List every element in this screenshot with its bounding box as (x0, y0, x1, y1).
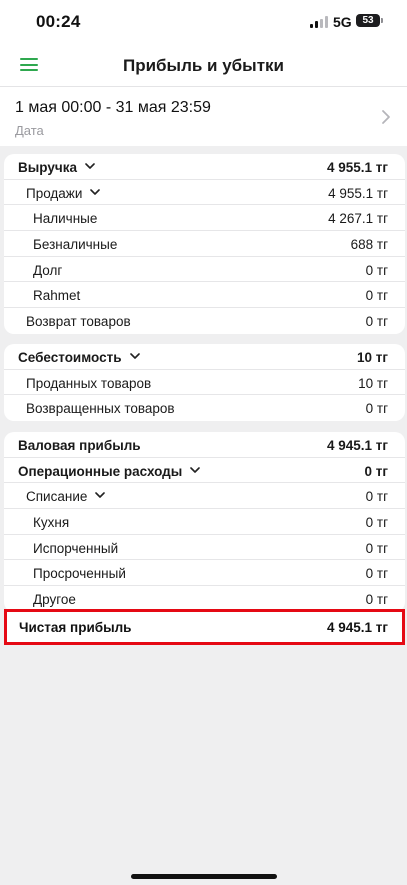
debt-value: 0 тг (365, 262, 388, 278)
chevron-down-icon[interactable] (95, 492, 106, 499)
sold-goods-label: Проданных товаров (26, 375, 152, 391)
profit-card: Валовая прибыль 4 945.1 тг Операционные … (4, 432, 405, 612)
chevron-down-icon[interactable] (190, 466, 201, 474)
date-range-value: 1 мая 00:00 - 31 мая 23:59 (15, 99, 211, 116)
chevron-down-icon[interactable] (129, 353, 140, 360)
returns-row: Возврат товаров 0 тг (4, 308, 405, 334)
spoiled-value: 0 тг (365, 540, 388, 556)
sold-goods-row: Проданных товаров 10 тг (4, 370, 405, 396)
returned-goods-row: Возвращенных товаров 0 тг (4, 395, 405, 421)
status-time: 00:24 (36, 12, 81, 31)
other-value: 0 тг (365, 592, 388, 608)
writeoff-label: Списание (26, 489, 88, 505)
battery-tip (381, 18, 383, 23)
date-caption: Дата (15, 123, 44, 138)
battery-icon: 53 (356, 14, 380, 27)
cost-row[interactable]: Себестоимость 10 тг (4, 344, 405, 370)
cashless-row: Безналичные 688 тг (4, 231, 405, 257)
status-bar: 00:24 5G 53 (0, 0, 407, 46)
returns-value: 0 тг (365, 314, 388, 330)
gross-profit-value: 4 945.1 тг (326, 438, 388, 453)
sales-row[interactable]: Продажи 4 955.1 тг (4, 180, 405, 206)
home-indicator (131, 874, 277, 879)
returns-label: Возврат товаров (26, 314, 131, 330)
other-label: Другое (33, 592, 76, 608)
expired-row: Просроченный 0 тг (4, 560, 405, 587)
rahmet-row: Rahmet 0 тг (4, 282, 405, 309)
opex-label: Операционные расходы (18, 463, 183, 479)
sales-value: 4 955.1 тг (328, 185, 388, 201)
kitchen-value: 0 тг (365, 515, 388, 531)
kitchen-row: Кухня 0 тг (4, 509, 405, 535)
net-profit-value: 4 945.1 тг (326, 620, 388, 635)
kitchen-label: Кухня (33, 515, 70, 531)
spoiled-row: Испорченный 0 тг (4, 535, 405, 561)
net-profit-row: Чистая прибыль 4 945.1 тг (4, 609, 405, 645)
cashless-value: 688 тг (350, 237, 388, 253)
revenue-card: Выручка 4 955.1 тг Продажи 4 955.1 тг На… (4, 154, 405, 334)
expired-value: 0 тг (365, 566, 388, 582)
cash-label: Наличные (33, 211, 98, 227)
revenue-row[interactable]: Выручка 4 955.1 тг (4, 154, 405, 180)
writeoff-value: 0 тг (365, 489, 388, 505)
spoiled-label: Испорченный (33, 540, 119, 556)
cost-label: Себестоимость (18, 350, 122, 365)
rahmet-label: Rahmet (33, 288, 81, 304)
revenue-value: 4 955.1 тг (326, 160, 388, 175)
screen: 00:24 5G 53 Прибыль и убытки 1 мая 00:00… (0, 0, 407, 885)
net-profit-label: Чистая прибыль (19, 620, 132, 635)
cash-row: Наличные 4 267.1 тг (4, 205, 405, 232)
chevron-down-icon[interactable] (90, 188, 101, 196)
chevron-down-icon[interactable] (85, 163, 95, 170)
signal-icon (310, 16, 328, 28)
gross-profit-label: Валовая прибыль (18, 438, 141, 453)
returned-goods-label: Возвращенных товаров (26, 401, 175, 417)
sold-goods-value: 10 тг (358, 375, 388, 391)
gross-profit-row: Валовая прибыль 4 945.1 тг (4, 432, 405, 458)
opex-row[interactable]: Операционные расходы 0 тг (4, 458, 405, 484)
sales-label: Продажи (26, 185, 83, 201)
debt-label: Долг (33, 262, 63, 278)
network-type: 5G (333, 14, 352, 30)
expired-label: Просроченный (33, 566, 126, 582)
page-title: Прибыль и убытки (123, 56, 284, 75)
debt-row: Долг 0 тг (4, 257, 405, 283)
app-header: Прибыль и убытки (0, 46, 407, 86)
cash-value: 4 267.1 тг (328, 211, 388, 227)
chevron-right-icon (382, 110, 390, 124)
rahmet-value: 0 тг (365, 288, 388, 304)
returned-goods-value: 0 тг (365, 401, 388, 417)
writeoff-row[interactable]: Списание 0 тг (4, 483, 405, 510)
cost-value: 10 тг (356, 350, 388, 365)
other-row: Другое 0 тг (4, 586, 405, 612)
cashless-label: Безналичные (33, 237, 118, 253)
cost-card: Себестоимость 10 тг Проданных товаров 10… (4, 344, 405, 422)
revenue-label: Выручка (18, 160, 77, 175)
date-range-selector[interactable]: 1 мая 00:00 - 31 мая 23:59 Дата (0, 86, 407, 146)
opex-value: 0 тг (364, 463, 389, 479)
